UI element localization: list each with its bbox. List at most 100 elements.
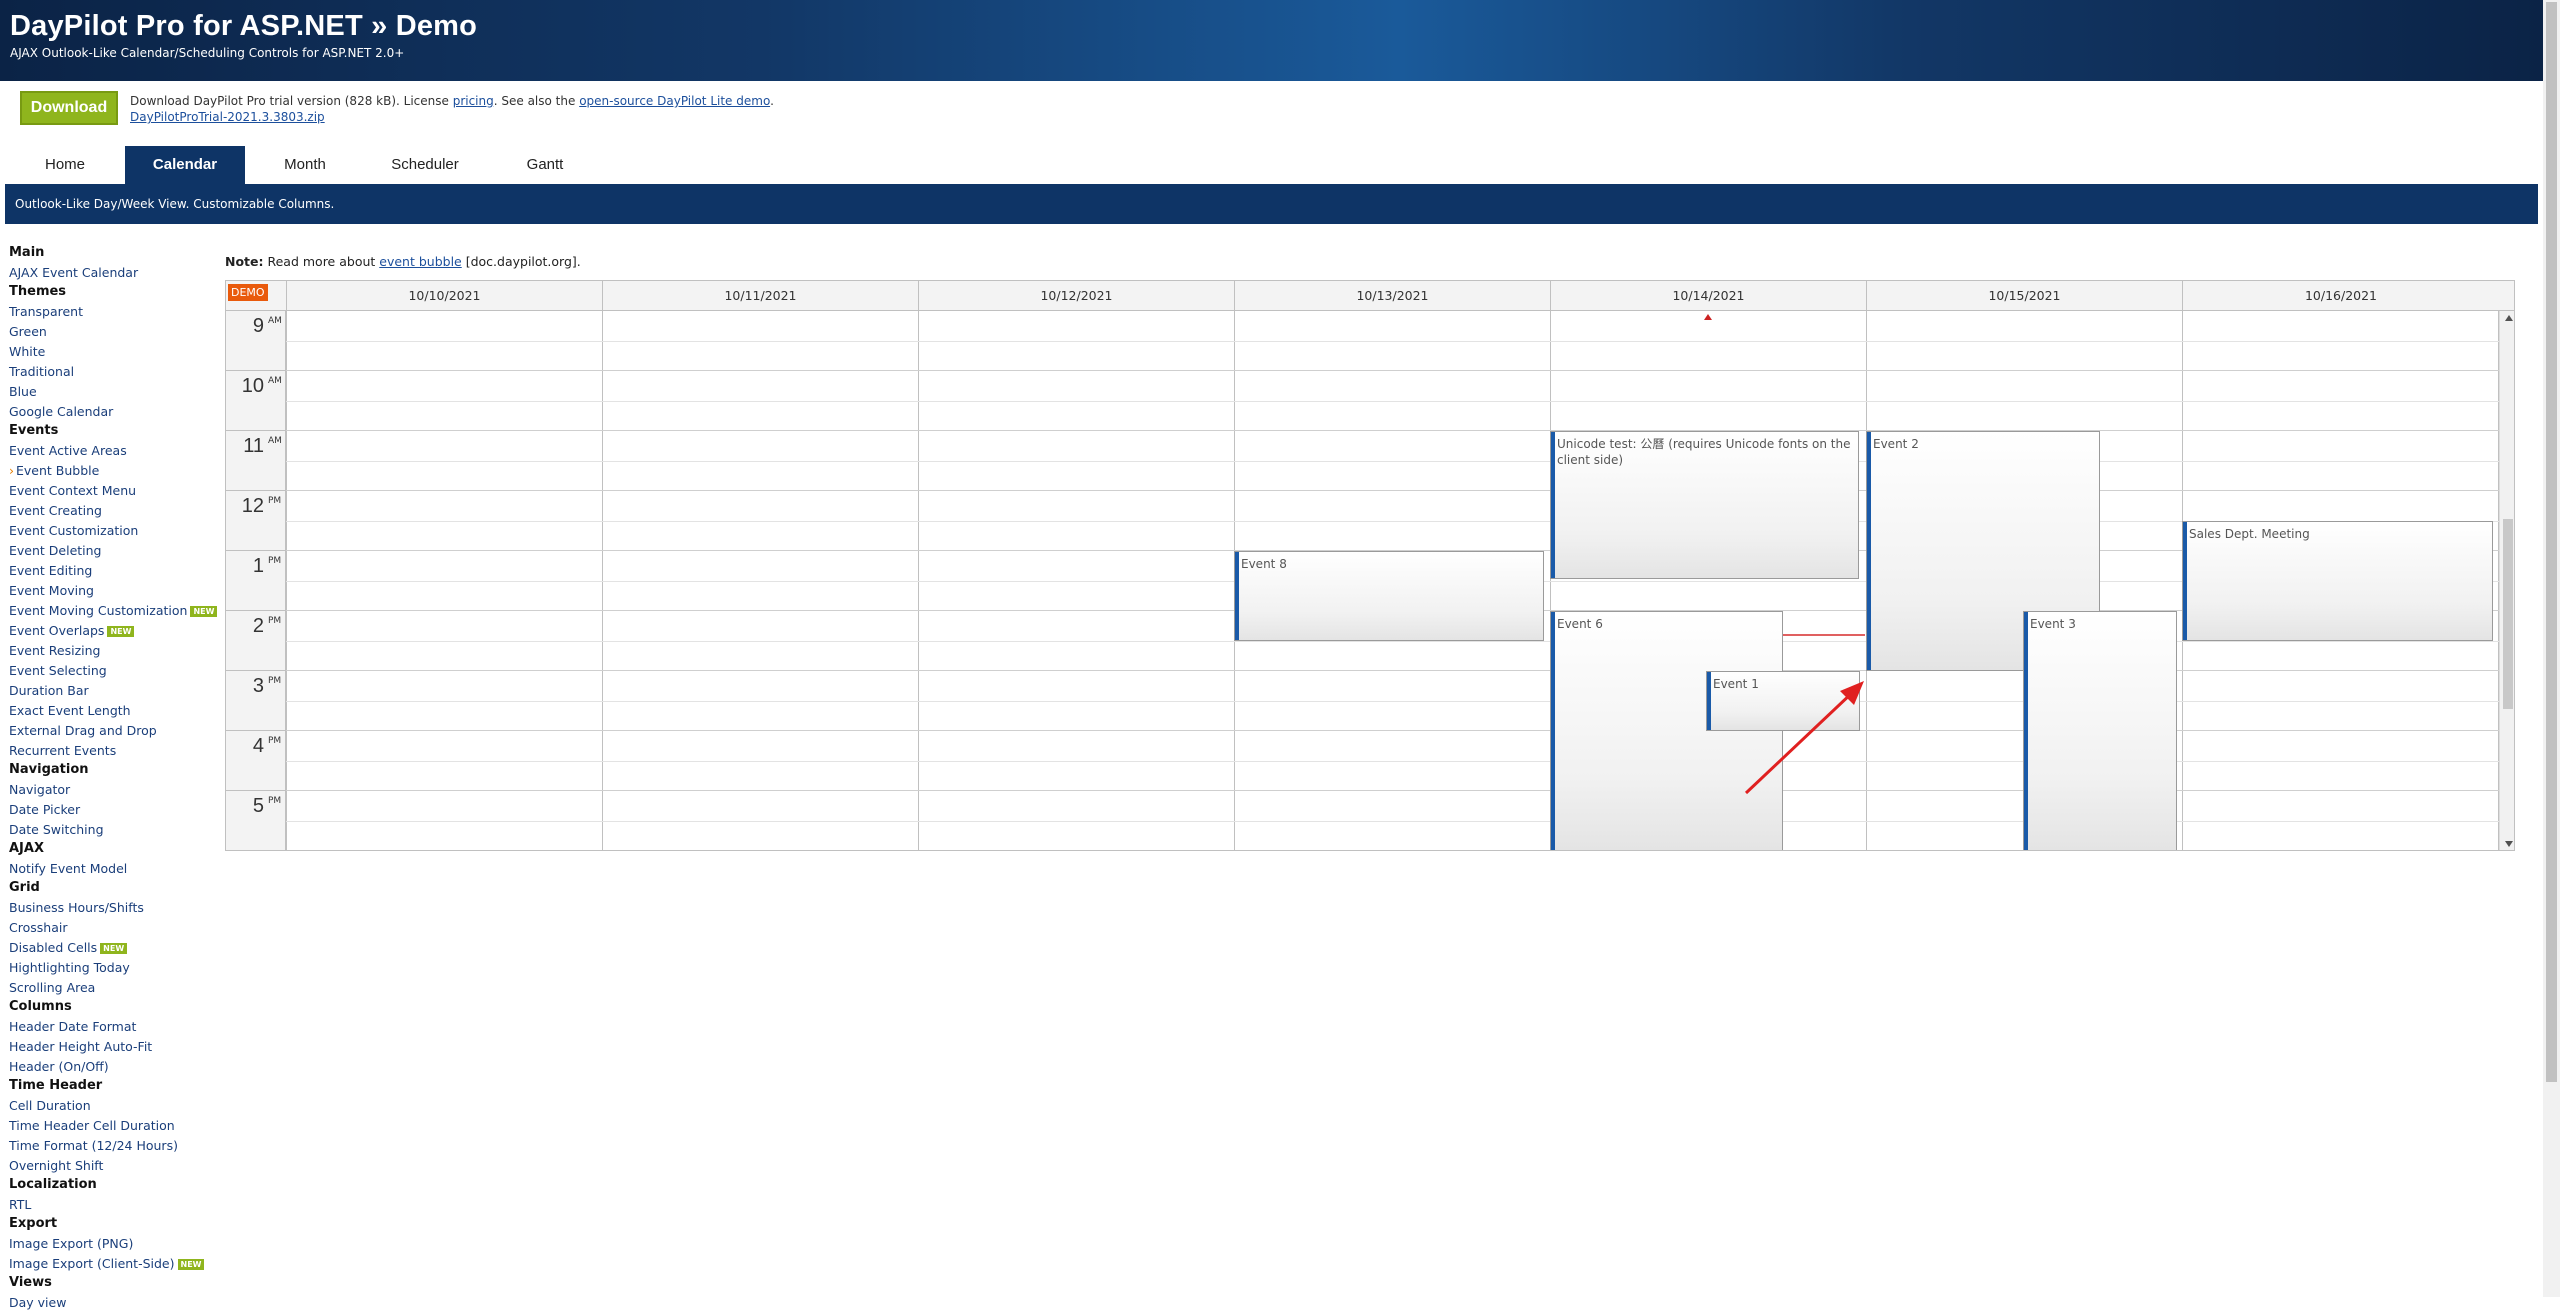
tab-home[interactable]: Home [5,146,125,184]
sidebar-label: Navigator [9,782,71,797]
sidebar-item[interactable]: Event Customization [9,521,219,541]
scroll-thumb[interactable] [2503,519,2513,709]
sidebar-item[interactable]: Duration Bar [9,681,219,701]
sidebar-item[interactable]: Recurrent Events [9,741,219,761]
hour-ampm: AM [268,316,282,326]
sidebar-item[interactable]: Image Export (Client-Side) NEW [9,1254,219,1274]
sidebar-item[interactable]: Scrolling Area [9,978,219,998]
event-unicode-test[interactable]: Unicode test: 公曆 (requires Unicode fonts… [1550,431,1859,579]
column-header[interactable]: 10/14/2021 [1550,281,1866,311]
sidebar-label: Hightlighting Today [9,960,130,975]
arrow-annotation-icon [1744,681,1864,795]
sidebar-item[interactable]: RTL [9,1195,219,1215]
column-header[interactable]: 10/12/2021 [918,281,1234,311]
sidebar-item[interactable]: White [9,342,219,362]
sidebar-item[interactable]: Google Calendar [9,402,219,422]
event-text: Unicode test: 公曆 (requires Unicode fonts… [1557,437,1851,467]
sidebar-item[interactable]: Time Header Cell Duration [9,1116,219,1136]
hour-ampm: PM [268,736,282,746]
sidebar-item[interactable]: Event Deleting [9,541,219,561]
tab-gantt[interactable]: Gantt [485,146,605,184]
event-3[interactable]: Event 3 [2023,611,2177,850]
column-header[interactable]: 10/15/2021 [1866,281,2182,311]
sidebar-item[interactable]: Event Active Areas [9,441,219,461]
event-text: Event 8 [1241,557,1287,571]
sidebar-label: Event Selecting [9,663,107,678]
grid-line [286,461,2499,462]
zip-download-link[interactable]: DayPilotProTrial-2021.3.3803.zip [130,110,325,124]
sidebar-label: Disabled Cells [9,940,98,955]
event-sales-meeting[interactable]: Sales Dept. Meeting [2182,521,2493,641]
note-label: Note: [225,254,264,269]
sidebar-item[interactable]: Business Hours/Shifts [9,898,219,918]
sidebar-item[interactable]: Event Editing [9,561,219,581]
sidebar-item[interactable]: Event Creating [9,501,219,521]
sidebar-item[interactable]: Header Date Format [9,1017,219,1037]
sidebar-section: Time Header [9,1077,219,1096]
sidebar-item[interactable]: Green [9,322,219,342]
sidebar-item[interactable]: Event Moving Customization NEW [9,601,219,621]
sidebar-item[interactable]: External Drag and Drop [9,721,219,741]
tab-calendar[interactable]: Calendar [125,146,245,184]
sidebar-item[interactable]: Event Resizing [9,641,219,661]
current-time-line [1783,634,1865,636]
sidebar-item[interactable]: Event Moving [9,581,219,601]
tab-scheduler[interactable]: Scheduler [365,146,485,184]
column-header[interactable]: 10/16/2021 [2182,281,2499,311]
sidebar-item[interactable]: Header (On/Off) [9,1057,219,1077]
sidebar-item[interactable]: Date Switching [9,820,219,840]
column-header[interactable]: 10/13/2021 [1234,281,1550,311]
sidebar-label: Green [9,324,47,339]
sidebar-item[interactable]: Hightlighting Today [9,958,219,978]
sidebar-item[interactable]: Notify Event Model [9,859,219,879]
sidebar-item[interactable]: Event Context Menu [9,481,219,501]
sidebar-item[interactable]: Date Picker [9,800,219,820]
calendar-scrollbar[interactable] [2499,311,2514,850]
sidebar-item[interactable]: Day view [9,1293,219,1313]
tab-month[interactable]: Month [245,146,365,184]
sidebar-item[interactable]: Time Format (12/24 Hours) [9,1136,219,1156]
sidebar-item[interactable]: Header Height Auto-Fit [9,1037,219,1057]
column-header[interactable]: 10/10/2021 [286,281,602,311]
sidebar-item[interactable]: Crosshair [9,918,219,938]
pricing-link[interactable]: pricing [453,94,494,108]
sidebar-label: Navigation [9,762,89,777]
sidebar-item[interactable]: Event Selecting [9,661,219,681]
note-text-after: [doc.daypilot.org]. [461,254,581,269]
sidebar-item[interactable]: Event Overlaps NEW [9,621,219,641]
time-header: 9 AM 10 AM 11 AM 12 PM 1 PM 2 PM 3 PM 4 PM 5 PM [226,311,286,850]
download-button[interactable]: Download [20,91,118,125]
calendar-header: DEMO 10/10/2021 10/11/2021 10/12/2021 10/13… [226,281,2514,311]
sidebar-item[interactable]: Overnight Shift [9,1156,219,1176]
sidebar-section: Events [9,422,219,441]
page-scrollbar[interactable] [2543,0,2560,1297]
sidebar-item[interactable]: Traditional [9,362,219,382]
scroll-down-icon[interactable] [2505,841,2513,847]
sidebar-item[interactable]: Transparent [9,302,219,322]
hour-label: 5 PM [226,791,286,850]
sidebar-section: Export [9,1215,219,1234]
sidebar-item[interactable]: Cell Duration [9,1096,219,1116]
sidebar-item[interactable]: Image Export (PNG) [9,1234,219,1254]
hour-number: 2 [252,615,264,637]
sidebar-item[interactable]: Event Bubble [9,461,219,481]
scroll-up-icon[interactable] [2505,315,2513,321]
sidebar-item[interactable]: AJAX Event Calendar [9,263,219,283]
sidebar-item[interactable]: Disabled Cells NEW [9,938,219,958]
sidebar-item[interactable]: Navigator [9,780,219,800]
lite-demo-link[interactable]: open-source DayPilot Lite demo [579,94,770,108]
sidebar-label: White [9,344,46,359]
site-title[interactable]: DayPilot Pro for ASP.NET » Demo [10,10,477,43]
column-header[interactable]: 10/11/2021 [602,281,918,311]
event-bubble-link[interactable]: event bubble [379,254,461,269]
new-badge: NEW [190,606,218,617]
sidebar-label: Event Moving [9,583,94,598]
sidebar-item[interactable]: Blue [9,382,219,402]
event-8[interactable]: Event 8 [1234,551,1544,641]
sidebar-item[interactable]: Exact Event Length [9,701,219,721]
sidebar-label: Image Export (Client-Side) [9,1256,175,1271]
page-scroll-thumb[interactable] [2546,2,2557,1082]
sidebar-section: Themes [9,283,219,302]
sidebar-label: Date Switching [9,822,104,837]
page-header: DayPilot Pro for ASP.NET » Demo AJAX Out… [0,0,2543,81]
